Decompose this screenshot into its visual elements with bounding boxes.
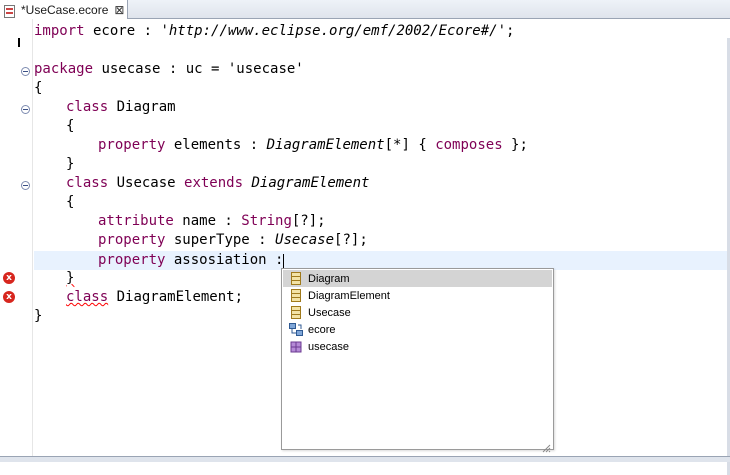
status-edge bbox=[0, 456, 730, 462]
code-line-1: import ecore : 'http://www.eclipse.org/e… bbox=[34, 23, 515, 39]
tab-usecase-ecore[interactable]: *UseCase.ecore ⊠ bbox=[0, 0, 128, 19]
fold-toggle-icon[interactable] bbox=[21, 181, 30, 190]
code-line-13: property assosiation : bbox=[98, 252, 292, 268]
code-line-15: class DiagramElement; bbox=[66, 289, 244, 305]
imported-package-icon bbox=[288, 322, 304, 338]
completion-label: usecase bbox=[308, 340, 349, 353]
error-icon[interactable]: x bbox=[3, 272, 15, 284]
code-line-7: property elements : DiagramElement[*] { … bbox=[98, 137, 528, 153]
code-line-5: class Diagram bbox=[66, 99, 176, 115]
annotation-ruler bbox=[0, 19, 18, 456]
folding-ruler bbox=[18, 19, 33, 456]
code-line-9: class Usecase extends DiagramElement bbox=[66, 175, 370, 191]
package-icon bbox=[288, 339, 304, 355]
code-line-14: } bbox=[66, 270, 75, 286]
completion-item-ecore[interactable]: ecore bbox=[283, 321, 552, 338]
error-icon[interactable]: x bbox=[3, 291, 15, 303]
code-line-3: package usecase : uc = 'usecase' bbox=[34, 61, 304, 77]
code-line-4: { bbox=[34, 80, 43, 96]
close-icon[interactable]: ⊠ bbox=[114, 3, 124, 17]
code-line-12: property superType : Usecase[?]; bbox=[98, 232, 368, 248]
resize-grip-icon[interactable] bbox=[542, 438, 551, 453]
tab-label: *UseCase.ecore bbox=[21, 2, 109, 17]
code-line-10: { bbox=[66, 194, 75, 210]
fold-toggle-icon[interactable] bbox=[21, 67, 30, 76]
ecore-file-icon bbox=[4, 3, 15, 18]
completion-label: Usecase bbox=[308, 306, 351, 319]
completion-item-usecase-package[interactable]: usecase bbox=[283, 338, 552, 355]
code-line-16: } bbox=[34, 308, 43, 324]
code-line-11: attribute name : String[?]; bbox=[98, 213, 326, 229]
editor-tab-bar: *UseCase.ecore ⊠ bbox=[0, 0, 730, 19]
fold-toggle-icon[interactable] bbox=[21, 105, 30, 114]
completion-item-diagram[interactable]: Diagram bbox=[283, 270, 552, 287]
code-line-8: } bbox=[66, 156, 75, 172]
completion-label: Diagram bbox=[308, 272, 350, 285]
class-icon bbox=[288, 271, 304, 287]
insert-marker bbox=[18, 38, 20, 47]
class-icon bbox=[288, 305, 304, 321]
code-line-6: { bbox=[66, 118, 75, 134]
content-assist-popup[interactable]: Diagram DiagramElement Usecase ecore use… bbox=[281, 268, 554, 453]
completion-label: ecore bbox=[308, 323, 336, 336]
completion-label: DiagramElement bbox=[308, 289, 390, 302]
text-caret bbox=[283, 254, 284, 268]
completion-item-diagramelement[interactable]: DiagramElement bbox=[283, 287, 552, 304]
completion-item-usecase-class[interactable]: Usecase bbox=[283, 304, 552, 321]
class-icon bbox=[288, 288, 304, 304]
